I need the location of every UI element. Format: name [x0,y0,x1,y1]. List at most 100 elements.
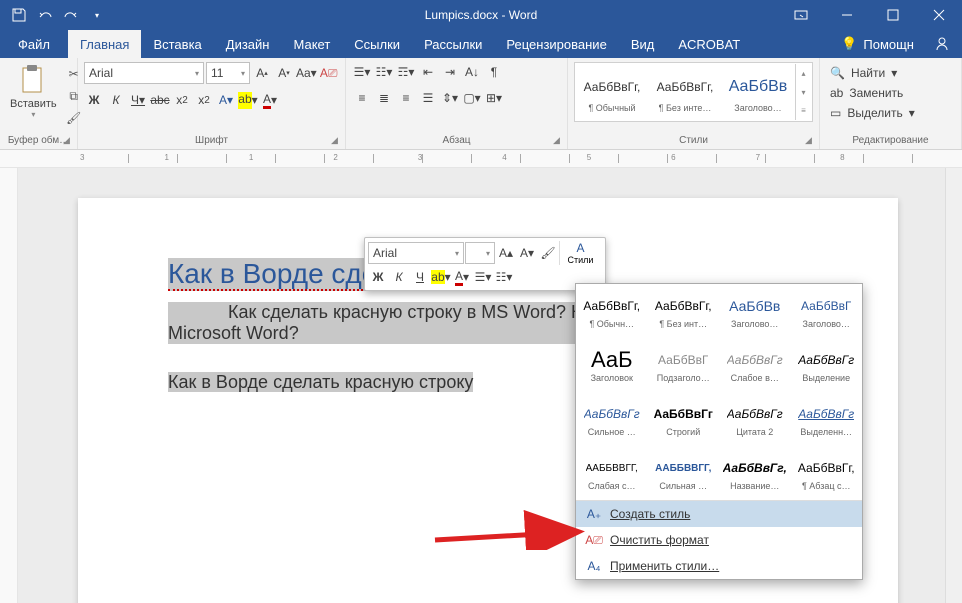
align-left-icon[interactable]: ≡ [352,88,372,108]
popup-style-1[interactable]: АаБбВвГг,¶ Без инт… [648,284,720,338]
style-heading1[interactable]: АаБбВв Заголово… [722,64,794,120]
horizontal-ruler[interactable]: 3112345678 [0,150,962,168]
bold-button[interactable]: Ж [84,90,104,110]
popup-style-12[interactable]: ААББВВГГ,Слабая с… [576,446,648,500]
sort-icon[interactable]: A↓ [462,62,482,82]
strikethrough-button[interactable]: abc [150,90,170,110]
highlight-icon[interactable]: ab▾ [238,90,258,110]
tab-mailings[interactable]: Рассылки [412,30,494,58]
close-icon[interactable] [916,0,962,30]
change-case-icon[interactable]: Aa▾ [296,63,317,83]
minimize-icon[interactable] [824,0,870,30]
mini-grow-icon[interactable]: A▴ [496,243,516,263]
find-button[interactable]: 🔍Найти ▾ [826,64,919,82]
font-color-icon[interactable]: A▾ [260,90,280,110]
style-no-spacing[interactable]: АаБбВвГг, ¶ Без инте… [649,64,721,120]
popup-style-7[interactable]: АаБбВвГгВыделение [791,338,863,392]
numbering-icon[interactable]: ☷▾ [374,62,394,82]
mini-styles-button[interactable]: A Стили [559,241,597,265]
line-spacing-icon[interactable]: ⇕▾ [440,88,460,108]
font-name-combo[interactable]: Arial▾ [84,62,204,84]
justify-icon[interactable]: ☰ [418,88,438,108]
tab-design[interactable]: Дизайн [214,30,282,58]
mini-underline[interactable]: Ч [410,267,430,287]
popup-style-2[interactable]: АаБбВвЗаголово… [719,284,791,338]
style-normal[interactable]: АаБбВвГг, ¶ Обычный [576,64,648,120]
multilevel-icon[interactable]: ☶▾ [396,62,416,82]
text-effects-icon[interactable]: A▾ [216,90,236,110]
grow-font-icon[interactable]: A▴ [252,63,272,83]
mini-shrink-icon[interactable]: A▾ [517,243,537,263]
apply-styles-action[interactable]: A₄ Применить стили… [576,553,862,579]
shading-icon[interactable]: ▢▾ [462,88,482,108]
mini-size-combo[interactable]: ▾ [465,242,495,264]
popup-style-11[interactable]: АаБбВвГгВыделенн… [791,392,863,446]
popup-style-0[interactable]: АаБбВвГг,¶ Обычн… [576,284,648,338]
tab-file[interactable]: Файл [0,30,68,58]
styles-launcher-icon[interactable]: ◢ [805,135,817,147]
vertical-ruler[interactable] [0,168,18,603]
mini-bold[interactable]: Ж [368,267,388,287]
styles-row-up-icon[interactable]: ▴ [796,64,811,83]
popup-style-5[interactable]: АаБбВвГПодзаголо… [648,338,720,392]
popup-style-10[interactable]: АаБбВвГгЦитата 2 [719,392,791,446]
mini-format-painter-icon[interactable]: 🖌 [538,243,558,263]
tab-acrobat[interactable]: ACROBAT [666,30,752,58]
align-center-icon[interactable]: ≣ [374,88,394,108]
popup-style-13[interactable]: ААББВВГГ,Сильная … [648,446,720,500]
popup-style-3[interactable]: АаБбВвГЗаголово… [791,284,863,338]
underline-button[interactable]: Ч▾ [128,90,148,110]
tell-me[interactable]: 💡 Помощн [833,30,922,58]
popup-style-8[interactable]: АаБбВвГгСильное … [576,392,648,446]
styles-more-icon[interactable]: ≡ [796,101,811,120]
tab-references[interactable]: Ссылки [342,30,412,58]
share-icon[interactable] [922,30,962,58]
clipboard-launcher-icon[interactable]: ◢ [63,135,75,147]
replace-button[interactable]: abЗаменить [826,84,919,102]
subscript-button[interactable]: x2 [172,90,192,110]
tab-review[interactable]: Рецензирование [494,30,618,58]
mini-font-color-icon[interactable]: A▾ [452,267,472,287]
popup-style-6[interactable]: АаБбВвГгСлабое в… [719,338,791,392]
maximize-icon[interactable] [870,0,916,30]
mini-highlight-icon[interactable]: ab▾ [431,267,451,287]
popup-style-15[interactable]: АаБбВвГг,¶ Абзац с… [791,446,863,500]
select-button[interactable]: ▭Выделить ▾ [826,104,919,122]
styles-gallery[interactable]: АаБбВвГг, ¶ Обычный АаБбВвГг, ¶ Без инте… [574,62,813,122]
mini-font-combo[interactable]: Arial▾ [368,242,464,264]
clear-formatting-icon[interactable]: A⎚ [319,63,339,83]
tab-insert[interactable]: Вставка [141,30,213,58]
bullets-icon[interactable]: ☰▾ [352,62,372,82]
undo-icon[interactable] [34,4,56,26]
align-right-icon[interactable]: ≡ [396,88,416,108]
vertical-scrollbar[interactable] [945,168,962,603]
font-size-combo[interactable]: 11▾ [206,62,250,84]
save-icon[interactable] [8,4,30,26]
paste-button[interactable]: Вставить ▾ [6,62,61,121]
qat-customize-icon[interactable]: ▾ [86,4,108,26]
redo-icon[interactable] [60,4,82,26]
document-paragraph-2[interactable]: Как в Ворде сделать красную строку [168,372,473,392]
superscript-button[interactable]: x2 [194,90,214,110]
popup-style-4[interactable]: АаБЗаголовок [576,338,648,392]
styles-row-down-icon[interactable]: ▾ [796,83,811,102]
paragraph-launcher-icon[interactable]: ◢ [553,135,565,147]
tab-layout[interactable]: Макет [281,30,342,58]
borders-icon[interactable]: ⊞▾ [484,88,504,108]
italic-button[interactable]: К [106,90,126,110]
tab-home[interactable]: Главная [68,30,141,58]
show-marks-icon[interactable]: ¶ [484,62,504,82]
tab-view[interactable]: Вид [619,30,667,58]
ribbon-options-icon[interactable] [778,0,824,30]
mini-bullets-icon[interactable]: ☰▾ [473,267,493,287]
clear-format-action[interactable]: A⎚ Очистить формат [576,527,862,553]
create-style-action[interactable]: A₊ Создать стиль [576,501,862,527]
popup-style-14[interactable]: АаБбВвГг,Название… [719,446,791,500]
decrease-indent-icon[interactable]: ⇤ [418,62,438,82]
popup-style-9[interactable]: АаБбВвГгСтрогий [648,392,720,446]
font-launcher-icon[interactable]: ◢ [331,135,343,147]
shrink-font-icon[interactable]: A▾ [274,63,294,83]
mini-numbering-icon[interactable]: ☷▾ [494,267,514,287]
increase-indent-icon[interactable]: ⇥ [440,62,460,82]
mini-italic[interactable]: К [389,267,409,287]
